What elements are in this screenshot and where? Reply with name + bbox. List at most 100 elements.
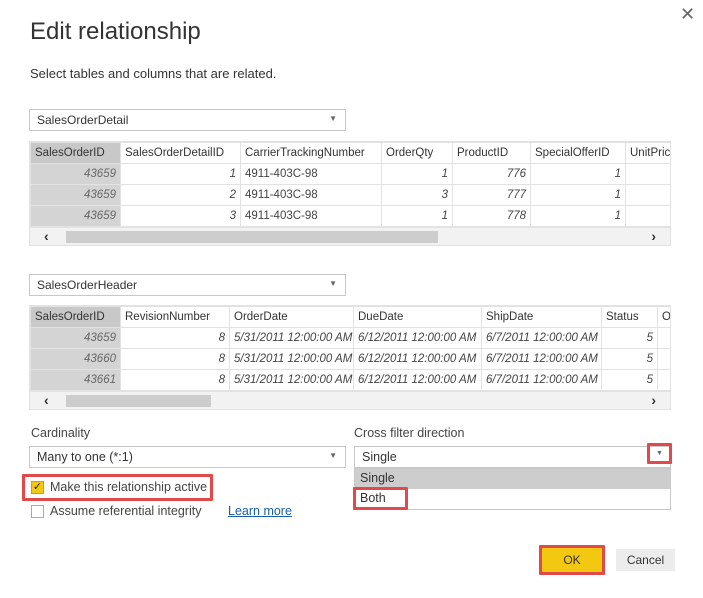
table-cell: 5/31/2011 12:00:00 AM [229,327,354,349]
table-cell: 776 [452,163,531,185]
cross-filter-select[interactable]: Single [354,446,671,468]
integrity-checkbox[interactable] [31,505,44,518]
learn-more-link[interactable]: Learn more [228,504,292,518]
table-cell: 8 [120,348,230,370]
table-cell: 6/12/2011 12:00:00 AM [353,369,482,391]
table-cell: 1 [530,163,626,185]
column-header[interactable]: ShipDate [481,306,602,328]
column-header[interactable]: OrderDate [229,306,354,328]
integrity-label: Assume referential integrity [50,504,202,518]
table-cell: 777 [452,184,531,206]
table-cell: 1 [381,205,453,227]
table-cell: 8 [120,327,230,349]
table-cell: 43659 [30,163,121,185]
table-cell: 4911-403C-98 [240,163,382,185]
table-cell: 6/12/2011 12:00:00 AM [353,327,482,349]
table-cell: 6/12/2011 12:00:00 AM [353,348,482,370]
cardinality-label: Cardinality [31,426,91,440]
table1-select[interactable]: SalesOrderDetail ▼ [29,109,346,131]
cross-filter-label: Cross filter direction [354,426,465,440]
table-row: 4365924911-403C-9837771$2,024 [30,184,670,206]
table1-preview: SalesOrderID SalesOrderDetailID CarrierTra… [29,141,671,246]
option-single[interactable]: Single [355,469,670,489]
table-row: 4365914911-403C-9817761$2,024 [30,163,670,185]
table2-preview: SalesOrderID RevisionNumber OrderDate DueDa… [29,305,671,410]
header-row: SalesOrderID RevisionNumber OrderDate DueDa… [30,306,670,328]
dialog-title: Edit relationship [30,18,201,45]
table-cell: 3 [381,184,453,206]
active-label: Make this relationship active [50,480,208,494]
table-cell: $2,024 [625,163,670,185]
column-header[interactable]: RevisionNumber [120,306,230,328]
table-cell: 2 [120,184,241,206]
cancel-button[interactable]: Cancel [616,549,675,571]
column-header[interactable]: CarrierTrackingNumber [240,142,382,164]
chevron-down-icon: ▼ [329,451,337,460]
header-row: SalesOrderID SalesOrderDetailID CarrierTra… [30,142,670,164]
table-row: 43659 8 5/31/2011 12:00:00 AM 6/12/2011 12:… [30,327,670,349]
table-cell: 5/31/2011 12:00:00 AM [229,369,354,391]
table-cell: 43661 [30,369,121,391]
column-header[interactable]: ProductID [452,142,531,164]
chevron-down-icon: ▼ [329,279,337,288]
scroll-left-icon[interactable]: ‹ [44,392,49,408]
table-row: 43660 8 5/31/2011 12:00:00 AM 6/12/2011 12:… [30,348,670,370]
column-header[interactable]: SalesOrderID [30,306,121,328]
table1-select-value: SalesOrderDetail [37,113,129,127]
column-header[interactable]: DueDate [353,306,482,328]
table-cell: 5/31/2011 12:00:00 AM [229,348,354,370]
column-header[interactable]: SalesOrderDetailID [120,142,241,164]
table-cell: 5 [601,327,658,349]
both-highlight [353,487,408,510]
table2-scrollbar[interactable]: ‹ › [30,391,670,409]
table2-select-value: SalesOrderHeader [37,278,138,292]
table2-select[interactable]: SalesOrderHeader ▼ [29,274,346,296]
active-checkbox[interactable]: ✓ [31,481,44,494]
column-header[interactable]: Status [601,306,658,328]
table-cell [657,348,670,370]
table-cell [657,369,670,391]
cross-filter-value: Single [362,450,397,464]
table-cell: 1 [530,205,626,227]
scroll-left-icon[interactable]: ‹ [44,228,49,244]
table-cell: 5 [601,369,658,391]
table-cell: 6/7/2011 12:00:00 AM [481,348,602,370]
cardinality-value: Many to one (*:1) [37,450,133,464]
scrollbar-thumb[interactable] [66,395,211,407]
table-cell: 6/7/2011 12:00:00 AM [481,369,602,391]
table-cell: 6/7/2011 12:00:00 AM [481,327,602,349]
table1-scrollbar[interactable]: ‹ › [30,227,670,245]
column-header[interactable]: SalesOrderID [30,142,121,164]
cross-filter-dropdown-button[interactable]: ▼ [647,443,672,464]
ok-button[interactable]: OK [539,545,605,575]
column-header[interactable]: O [657,306,670,328]
table-cell: 1 [530,184,626,206]
scrollbar-thumb[interactable] [66,231,438,243]
table-cell: 1 [381,163,453,185]
chevron-down-icon: ▼ [329,114,337,123]
table-cell: $2,024 [625,184,670,206]
table-cell: 5 [601,348,658,370]
table-row: 43661 8 5/31/2011 12:00:00 AM 6/12/2011 12:… [30,369,670,391]
table-cell: 778 [452,205,531,227]
table-cell: 43659 [30,184,121,206]
dialog-subtitle: Select tables and columns that are relat… [30,66,277,81]
table-cell: $2,024 [625,205,670,227]
cardinality-select[interactable]: Many to one (*:1) ▼ [29,446,346,468]
close-icon[interactable]: ✕ [680,4,695,25]
table-cell: 3 [120,205,241,227]
scroll-right-icon[interactable]: › [651,392,656,408]
table-cell [657,327,670,349]
column-header[interactable]: OrderQty [381,142,453,164]
table-cell: 1 [120,163,241,185]
scroll-right-icon[interactable]: › [651,228,656,244]
table-row: 4365934911-403C-9817781$2,024 [30,205,670,227]
table-cell: 43659 [30,205,121,227]
table-cell: 4911-403C-98 [240,184,382,206]
table-cell: 8 [120,369,230,391]
table-cell: 4911-403C-98 [240,205,382,227]
column-header[interactable]: UnitPric [625,142,670,164]
table-cell: 43659 [30,327,121,349]
table-cell: 43660 [30,348,121,370]
column-header[interactable]: SpecialOfferID [530,142,626,164]
